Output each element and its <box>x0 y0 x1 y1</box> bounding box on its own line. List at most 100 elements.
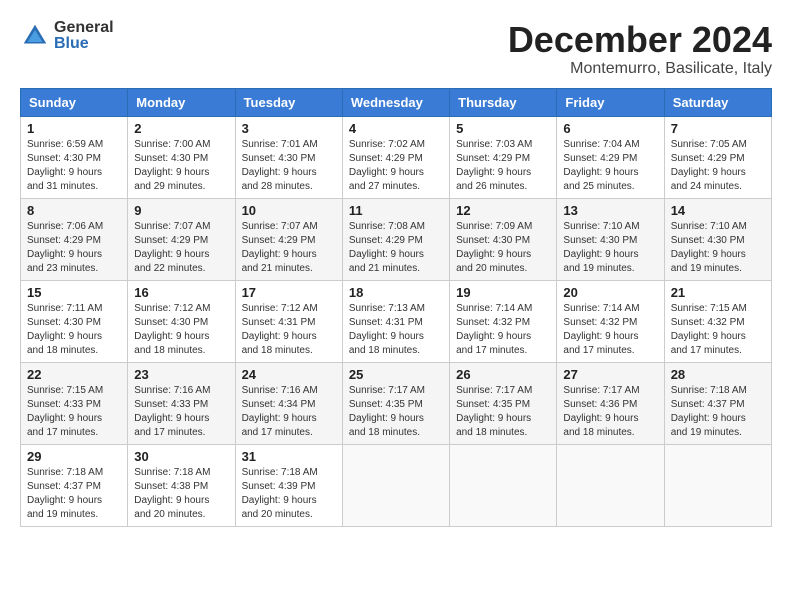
day-cell-7: 7 Sunrise: 7:05 AMSunset: 4:29 PMDayligh… <box>664 116 771 198</box>
day-info: Sunrise: 7:07 AMSunset: 4:29 PMDaylight:… <box>242 221 318 274</box>
day-info: Sunrise: 7:18 AMSunset: 4:37 PMDaylight:… <box>671 385 747 438</box>
day-info: Sunrise: 7:14 AMSunset: 4:32 PMDaylight:… <box>456 303 532 356</box>
day-number: 20 <box>563 285 657 300</box>
empty-cell <box>342 444 449 526</box>
empty-cell <box>557 444 664 526</box>
day-cell-23: 23 Sunrise: 7:16 AMSunset: 4:33 PMDaylig… <box>128 362 235 444</box>
empty-cell <box>664 444 771 526</box>
location-subtitle: Montemurro, Basilicate, Italy <box>508 60 772 78</box>
day-cell-9: 9 Sunrise: 7:07 AMSunset: 4:29 PMDayligh… <box>128 198 235 280</box>
week-row-2: 8 Sunrise: 7:06 AMSunset: 4:29 PMDayligh… <box>21 198 772 280</box>
day-info: Sunrise: 7:01 AMSunset: 4:30 PMDaylight:… <box>242 139 318 192</box>
page-header: General Blue December 2024 Montemurro, B… <box>20 20 772 78</box>
weekday-header-row: Sunday Monday Tuesday Wednesday Thursday… <box>21 88 772 116</box>
header-saturday: Saturday <box>664 88 771 116</box>
logo-general: General <box>54 20 114 36</box>
day-number: 26 <box>456 367 550 382</box>
day-number: 17 <box>242 285 336 300</box>
day-info: Sunrise: 7:15 AMSunset: 4:32 PMDaylight:… <box>671 303 747 356</box>
day-number: 28 <box>671 367 765 382</box>
day-info: Sunrise: 7:04 AMSunset: 4:29 PMDaylight:… <box>563 139 639 192</box>
day-info: Sunrise: 7:17 AMSunset: 4:36 PMDaylight:… <box>563 385 639 438</box>
day-cell-29: 29 Sunrise: 7:18 AMSunset: 4:37 PMDaylig… <box>21 444 128 526</box>
day-cell-14: 14 Sunrise: 7:10 AMSunset: 4:30 PMDaylig… <box>664 198 771 280</box>
day-cell-31: 31 Sunrise: 7:18 AMSunset: 4:39 PMDaylig… <box>235 444 342 526</box>
day-info: Sunrise: 7:06 AMSunset: 4:29 PMDaylight:… <box>27 221 103 274</box>
day-info: Sunrise: 7:14 AMSunset: 4:32 PMDaylight:… <box>563 303 639 356</box>
day-cell-10: 10 Sunrise: 7:07 AMSunset: 4:29 PMDaylig… <box>235 198 342 280</box>
day-number: 6 <box>563 121 657 136</box>
day-number: 9 <box>134 203 228 218</box>
day-number: 25 <box>349 367 443 382</box>
day-cell-18: 18 Sunrise: 7:13 AMSunset: 4:31 PMDaylig… <box>342 280 449 362</box>
day-number: 11 <box>349 203 443 218</box>
day-number: 27 <box>563 367 657 382</box>
day-cell-12: 12 Sunrise: 7:09 AMSunset: 4:30 PMDaylig… <box>450 198 557 280</box>
day-number: 3 <box>242 121 336 136</box>
calendar-table: Sunday Monday Tuesday Wednesday Thursday… <box>20 88 772 527</box>
day-info: Sunrise: 7:17 AMSunset: 4:35 PMDaylight:… <box>349 385 425 438</box>
logo-text: General Blue <box>54 20 114 52</box>
day-cell-4: 4 Sunrise: 7:02 AMSunset: 4:29 PMDayligh… <box>342 116 449 198</box>
day-cell-11: 11 Sunrise: 7:08 AMSunset: 4:29 PMDaylig… <box>342 198 449 280</box>
header-sunday: Sunday <box>21 88 128 116</box>
title-block: December 2024 Montemurro, Basilicate, It… <box>508 20 772 78</box>
logo-icon <box>20 21 50 51</box>
day-cell-3: 3 Sunrise: 7:01 AMSunset: 4:30 PMDayligh… <box>235 116 342 198</box>
day-number: 23 <box>134 367 228 382</box>
day-cell-1: 1 Sunrise: 6:59 AMSunset: 4:30 PMDayligh… <box>21 116 128 198</box>
day-info: Sunrise: 7:17 AMSunset: 4:35 PMDaylight:… <box>456 385 532 438</box>
day-cell-8: 8 Sunrise: 7:06 AMSunset: 4:29 PMDayligh… <box>21 198 128 280</box>
day-number: 30 <box>134 449 228 464</box>
day-number: 14 <box>671 203 765 218</box>
week-row-4: 22 Sunrise: 7:15 AMSunset: 4:33 PMDaylig… <box>21 362 772 444</box>
day-number: 16 <box>134 285 228 300</box>
day-cell-5: 5 Sunrise: 7:03 AMSunset: 4:29 PMDayligh… <box>450 116 557 198</box>
day-cell-20: 20 Sunrise: 7:14 AMSunset: 4:32 PMDaylig… <box>557 280 664 362</box>
day-cell-2: 2 Sunrise: 7:00 AMSunset: 4:30 PMDayligh… <box>128 116 235 198</box>
day-number: 5 <box>456 121 550 136</box>
week-row-1: 1 Sunrise: 6:59 AMSunset: 4:30 PMDayligh… <box>21 116 772 198</box>
month-title: December 2024 <box>508 20 772 60</box>
day-number: 2 <box>134 121 228 136</box>
day-cell-26: 26 Sunrise: 7:17 AMSunset: 4:35 PMDaylig… <box>450 362 557 444</box>
day-cell-28: 28 Sunrise: 7:18 AMSunset: 4:37 PMDaylig… <box>664 362 771 444</box>
day-number: 12 <box>456 203 550 218</box>
day-info: Sunrise: 7:16 AMSunset: 4:34 PMDaylight:… <box>242 385 318 438</box>
day-info: Sunrise: 6:59 AMSunset: 4:30 PMDaylight:… <box>27 139 103 192</box>
day-info: Sunrise: 7:12 AMSunset: 4:30 PMDaylight:… <box>134 303 210 356</box>
day-number: 24 <box>242 367 336 382</box>
day-cell-6: 6 Sunrise: 7:04 AMSunset: 4:29 PMDayligh… <box>557 116 664 198</box>
day-number: 21 <box>671 285 765 300</box>
day-cell-15: 15 Sunrise: 7:11 AMSunset: 4:30 PMDaylig… <box>21 280 128 362</box>
day-info: Sunrise: 7:16 AMSunset: 4:33 PMDaylight:… <box>134 385 210 438</box>
day-cell-24: 24 Sunrise: 7:16 AMSunset: 4:34 PMDaylig… <box>235 362 342 444</box>
day-cell-17: 17 Sunrise: 7:12 AMSunset: 4:31 PMDaylig… <box>235 280 342 362</box>
day-info: Sunrise: 7:18 AMSunset: 4:38 PMDaylight:… <box>134 467 210 520</box>
day-number: 18 <box>349 285 443 300</box>
day-cell-27: 27 Sunrise: 7:17 AMSunset: 4:36 PMDaylig… <box>557 362 664 444</box>
day-info: Sunrise: 7:08 AMSunset: 4:29 PMDaylight:… <box>349 221 425 274</box>
day-info: Sunrise: 7:10 AMSunset: 4:30 PMDaylight:… <box>563 221 639 274</box>
day-info: Sunrise: 7:00 AMSunset: 4:30 PMDaylight:… <box>134 139 210 192</box>
day-number: 22 <box>27 367 121 382</box>
day-number: 7 <box>671 121 765 136</box>
day-number: 1 <box>27 121 121 136</box>
day-info: Sunrise: 7:18 AMSunset: 4:39 PMDaylight:… <box>242 467 318 520</box>
day-number: 8 <box>27 203 121 218</box>
day-number: 29 <box>27 449 121 464</box>
header-thursday: Thursday <box>450 88 557 116</box>
week-row-5: 29 Sunrise: 7:18 AMSunset: 4:37 PMDaylig… <box>21 444 772 526</box>
header-friday: Friday <box>557 88 664 116</box>
day-number: 13 <box>563 203 657 218</box>
day-number: 4 <box>349 121 443 136</box>
day-info: Sunrise: 7:13 AMSunset: 4:31 PMDaylight:… <box>349 303 425 356</box>
header-tuesday: Tuesday <box>235 88 342 116</box>
day-info: Sunrise: 7:11 AMSunset: 4:30 PMDaylight:… <box>27 303 102 356</box>
week-row-3: 15 Sunrise: 7:11 AMSunset: 4:30 PMDaylig… <box>21 280 772 362</box>
day-cell-30: 30 Sunrise: 7:18 AMSunset: 4:38 PMDaylig… <box>128 444 235 526</box>
empty-cell <box>450 444 557 526</box>
logo: General Blue <box>20 20 114 52</box>
day-info: Sunrise: 7:10 AMSunset: 4:30 PMDaylight:… <box>671 221 747 274</box>
day-info: Sunrise: 7:05 AMSunset: 4:29 PMDaylight:… <box>671 139 747 192</box>
